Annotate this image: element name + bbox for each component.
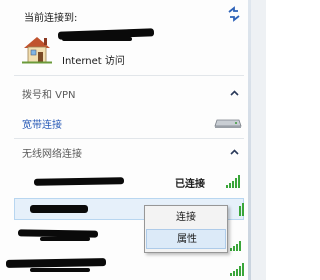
network-name-redacted[interactable] (40, 237, 90, 241)
dialup-vpn-header[interactable]: 拨号和 VPN (22, 86, 76, 101)
modem-icon (214, 119, 242, 128)
wifi-signal-icon (230, 263, 244, 276)
desktop-strip (251, 0, 266, 280)
wifi-signal-icon (226, 175, 240, 188)
wireless-connection-header[interactable]: 无线网络连接 (22, 145, 82, 160)
wifi-signal-icon (239, 203, 244, 216)
context-menu-connect[interactable]: 连接 (146, 208, 226, 228)
current-connection-label: 当前连接到: (24, 13, 78, 24)
chevron-up-icon[interactable] (230, 90, 239, 96)
network-flyout: 当前连接到: Internet 访问 拨号和 VPN 宽带连接 无线网络连接 已… (0, 0, 266, 280)
context-menu-properties[interactable]: 属性 (146, 229, 226, 249)
network-name-redacted[interactable] (5, 258, 107, 268)
chevron-up-icon[interactable] (230, 149, 239, 155)
connected-status: 已连接 (175, 179, 205, 190)
house-icon (22, 37, 52, 64)
network-name-redacted (62, 37, 132, 41)
context-menu: 连接 属性 (144, 205, 228, 253)
network-name-redacted[interactable] (33, 177, 125, 186)
network-name-redacted[interactable] (30, 268, 90, 272)
wifi-signal-icon (230, 241, 241, 251)
separator (14, 75, 244, 76)
network-name-redacted[interactable] (30, 205, 88, 213)
refresh-icon[interactable] (226, 6, 242, 22)
broadband-connection-item[interactable]: 宽带连接 (22, 116, 62, 131)
internet-access-label: Internet 访问 (62, 56, 125, 67)
separator (14, 138, 244, 139)
